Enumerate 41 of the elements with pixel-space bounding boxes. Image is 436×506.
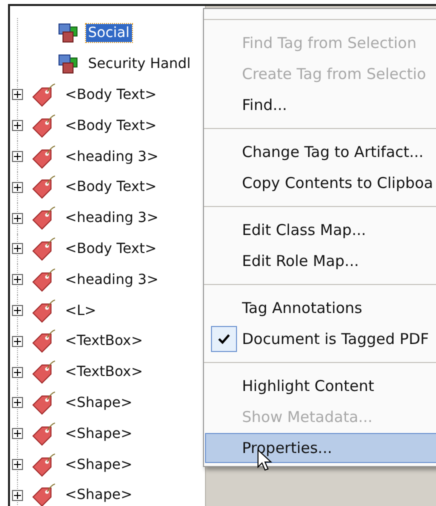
- tree-item[interactable]: <Shape>: [63, 456, 134, 474]
- tree-item[interactable]: <heading 3>: [63, 148, 160, 166]
- tree-item[interactable]: Social: [86, 24, 132, 42]
- menu-item[interactable]: Edit Class Map...: [205, 215, 436, 245]
- structure-icon: [58, 23, 80, 44]
- expand-toggle[interactable]: [12, 151, 23, 162]
- expand-toggle[interactable]: [12, 490, 23, 501]
- structure-icon: [58, 54, 80, 74]
- tree-item[interactable]: <Shape>: [63, 424, 134, 443]
- menu-item[interactable]: Tag Annotations: [205, 293, 436, 323]
- menu-item[interactable]: Document is Tagged PDF: [205, 324, 436, 354]
- expand-toggle[interactable]: [12, 212, 23, 224]
- expand-toggle[interactable]: [12, 366, 23, 378]
- menu-item[interactable]: Copy Contents to Clipboa: [205, 168, 436, 198]
- expand-toggle[interactable]: [12, 428, 23, 440]
- tree-item[interactable]: <Body Text>: [63, 240, 159, 258]
- expand-toggle[interactable]: [12, 459, 23, 470]
- tree-item[interactable]: <heading 3>: [63, 209, 160, 228]
- expand-toggle[interactable]: [12, 182, 23, 193]
- expand-toggle[interactable]: [12, 305, 23, 316]
- expand-toggle[interactable]: [12, 243, 23, 254]
- expand-toggle[interactable]: [12, 120, 23, 132]
- tree-item[interactable]: <Shape>: [63, 486, 134, 504]
- tree-item[interactable]: <TextBox>: [63, 332, 145, 350]
- tree-item[interactable]: <Body Text>: [63, 116, 159, 135]
- tree-item[interactable]: <TextBox>: [63, 363, 145, 382]
- expand-toggle[interactable]: [12, 274, 23, 286]
- tree-item[interactable]: <L>: [63, 302, 98, 320]
- expand-toggle[interactable]: [12, 397, 23, 408]
- menu-item[interactable]: Edit Role Map...: [205, 246, 436, 276]
- expand-toggle[interactable]: [12, 89, 23, 100]
- menu-item[interactable]: Highlight Content: [205, 371, 436, 401]
- expand-toggle[interactable]: [12, 336, 23, 347]
- menu-item[interactable]: Properties...: [205, 433, 436, 463]
- tree-item[interactable]: <Body Text>: [63, 178, 159, 196]
- menu-item[interactable]: Find...: [205, 90, 436, 120]
- tree-item[interactable]: <Body Text>: [63, 86, 159, 104]
- tree-item[interactable]: Security Handl: [86, 55, 193, 74]
- tree-item[interactable]: <Shape>: [63, 394, 134, 412]
- menu-item[interactable]: Change Tag to Artifact...: [205, 137, 436, 167]
- tree-item[interactable]: <heading 3>: [63, 270, 160, 289]
